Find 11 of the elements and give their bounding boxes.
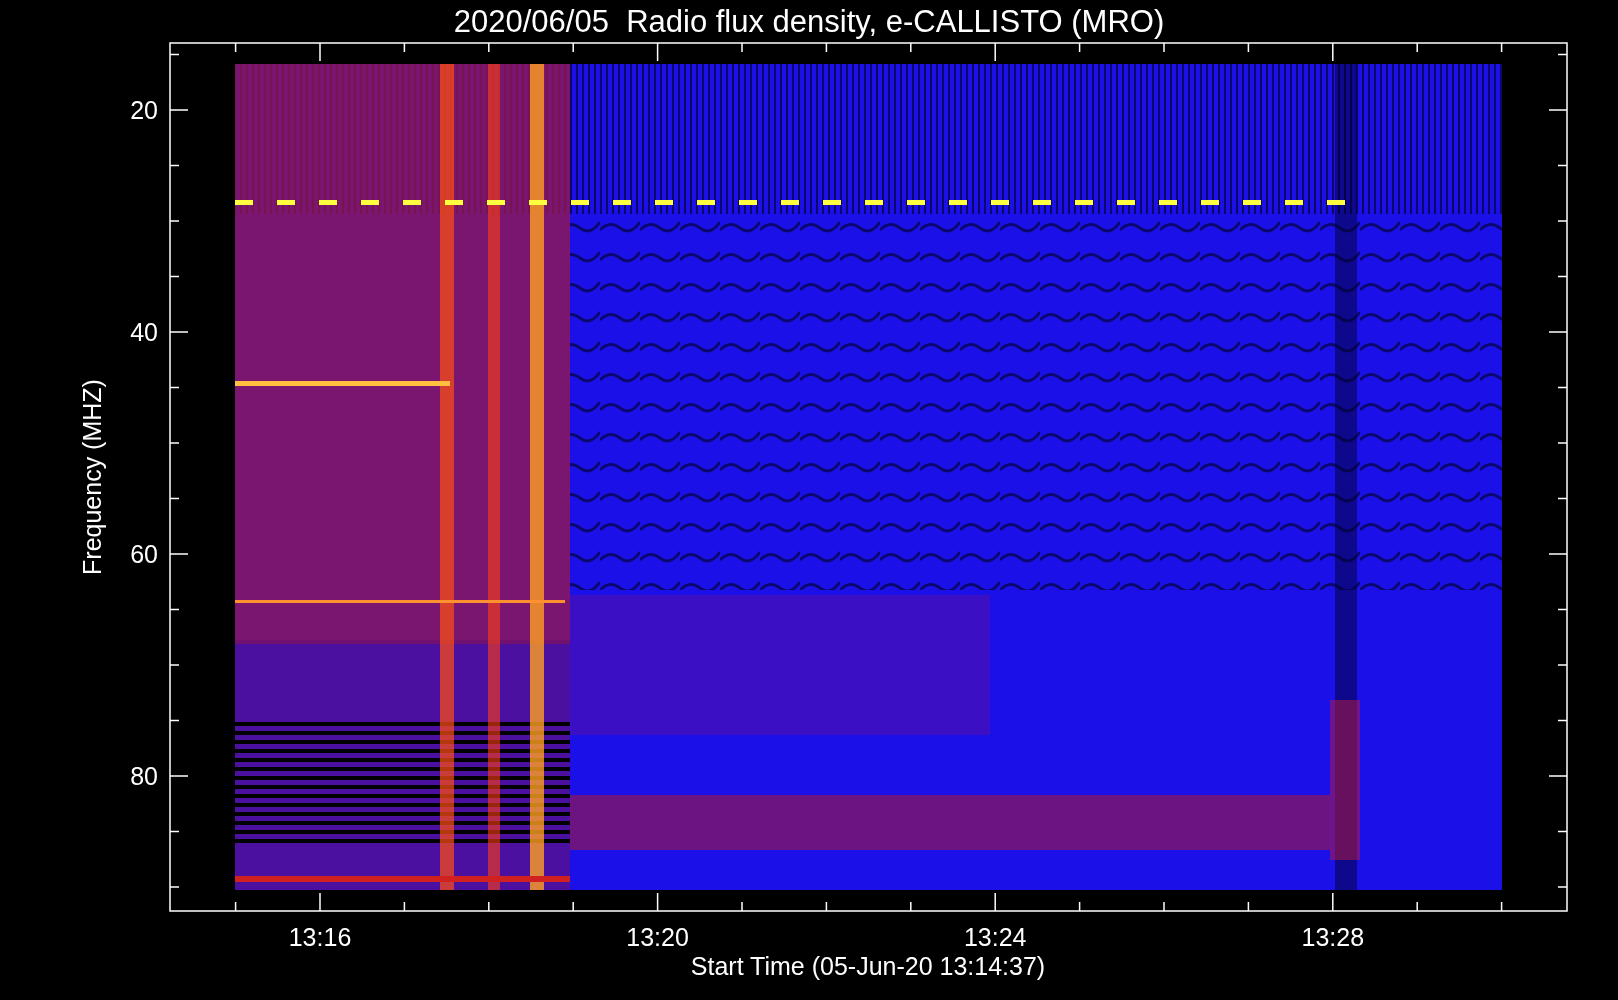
y-tick-label: 60	[130, 540, 158, 568]
y-tick-label: 20	[130, 96, 158, 124]
x-tick-label: 13:16	[288, 923, 352, 951]
x-tick-label: 13:28	[1301, 923, 1365, 951]
y-axis-label: Frequency (MHZ)	[78, 379, 106, 575]
y-tick-label: 40	[130, 318, 158, 346]
x-tick-label: 13:20	[626, 923, 689, 951]
x-axis-label: Start Time (05-Jun-20 13:14:37)	[690, 952, 1046, 980]
y-tick-label: 80	[130, 762, 158, 790]
x-tick-label: 13:24	[963, 923, 1027, 951]
chart-title: 2020/06/05 Radio flux density, e-CALLISTO (MRO)	[453, 4, 1165, 39]
